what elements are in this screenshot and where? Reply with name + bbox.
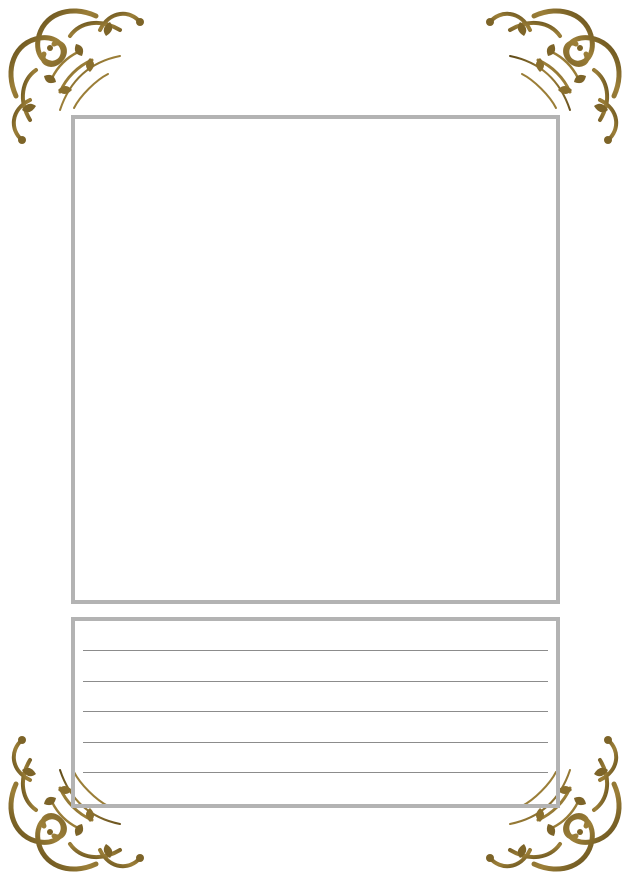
writing-line — [83, 681, 548, 682]
writing-line — [83, 772, 548, 773]
writing-panel[interactable] — [71, 617, 560, 808]
writing-line — [83, 650, 548, 651]
writing-line — [83, 711, 548, 712]
picture-panel[interactable] — [71, 115, 560, 604]
writing-line — [83, 742, 548, 743]
